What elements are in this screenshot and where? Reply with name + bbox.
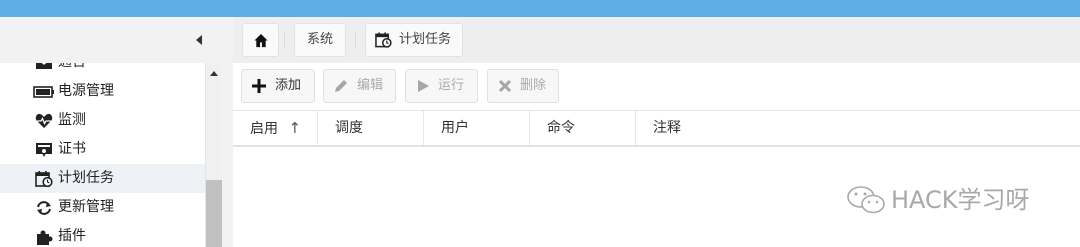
breadcrumb-current-label: 计划任务 [399,32,452,47]
delete-button-label: 删除 [520,78,547,93]
toolbar: 添加 编辑 运行 删除 [233,63,1080,111]
edit-button[interactable]: 编辑 [323,69,396,103]
heart-pulse-icon [35,113,53,128]
run-button[interactable]: 运行 [405,69,478,103]
sidebar-item-notices[interactable]: 通告 [0,63,205,77]
breadcrumb-separator [355,33,356,47]
sidebar-item-label: 监测 [58,112,86,128]
sidebar-item-updates[interactable]: 更新管理 [0,193,205,222]
sidebar-item-label: 插件 [58,228,86,244]
sidebar-collapse-button[interactable] [0,17,233,63]
puzzle-icon [37,230,53,245]
battery-icon [33,86,54,98]
breadcrumb-system-label: 系统 [307,32,334,47]
sidebar-item-label: 通告 [58,63,86,70]
run-button-label: 运行 [438,78,465,93]
edit-button-label: 编辑 [357,78,384,93]
sidebar-item-label: 更新管理 [58,199,114,215]
sidebar-item-label: 证书 [58,141,86,157]
column-header-schedule[interactable]: 调度 [318,111,424,145]
certificate-icon [36,143,52,157]
breadcrumb-system[interactable]: 系统 [294,23,346,57]
watermark-text: HACK学习呀 [891,186,1030,214]
column-header-comment[interactable]: 注释 [636,111,1080,145]
pencil-icon [335,80,347,92]
sidebar-item-scheduled-tasks[interactable]: 计划任务 [0,164,205,193]
home-button[interactable] [242,23,279,57]
sidebar-scrollbar[interactable] [205,63,222,247]
column-header-label: 用户 [441,120,469,136]
plus-icon [252,79,266,93]
table-header: 启用 ↑ 调度 用户 命令 注释 [233,111,1080,147]
close-icon [498,79,512,93]
sidebar-item-certificate[interactable]: 证书 [0,135,205,164]
refresh-icon [37,201,51,215]
breadcrumb: 系统 计划任务 [233,17,1080,63]
sidebar-item-monitor[interactable]: 监测 [0,106,205,135]
breadcrumb-current[interactable]: 计划任务 [365,23,463,57]
delete-button[interactable]: 删除 [487,69,559,103]
calendar-clock-icon [35,171,53,187]
column-header-label: 命令 [547,120,575,136]
wechat-icon [847,186,885,214]
sidebar-item-label: 电源管理 [58,83,114,99]
column-header-command[interactable]: 命令 [530,111,636,145]
sidebar: 通告 电源管理 监测 证书 [0,17,233,247]
sidebar-item-power[interactable]: 电源管理 [0,77,205,106]
column-header-label: 调度 [335,120,363,136]
calendar-clock-icon [375,32,392,48]
column-header-label: 注释 [653,120,681,136]
sidebar-menu: 通告 电源管理 监测 证书 [0,63,222,247]
scrollbar-thumb[interactable] [206,180,222,247]
add-button-label: 添加 [275,78,302,93]
envelope-icon [36,63,52,69]
column-header-label: 启用 [250,121,278,137]
caret-left-icon [196,35,202,45]
sort-ascending-icon: ↑ [288,119,302,137]
play-icon [418,80,429,92]
sidebar-item-plugins[interactable]: 插件 [0,222,205,247]
top-bar [0,0,1080,17]
sidebar-item-label: 计划任务 [58,170,114,186]
breadcrumb-separator [284,33,285,47]
add-button[interactable]: 添加 [241,69,315,103]
home-icon [254,33,268,48]
scroll-up-arrow-icon[interactable] [210,71,218,76]
column-header-enabled[interactable]: 启用 ↑ [233,111,318,145]
column-header-user[interactable]: 用户 [424,111,530,145]
